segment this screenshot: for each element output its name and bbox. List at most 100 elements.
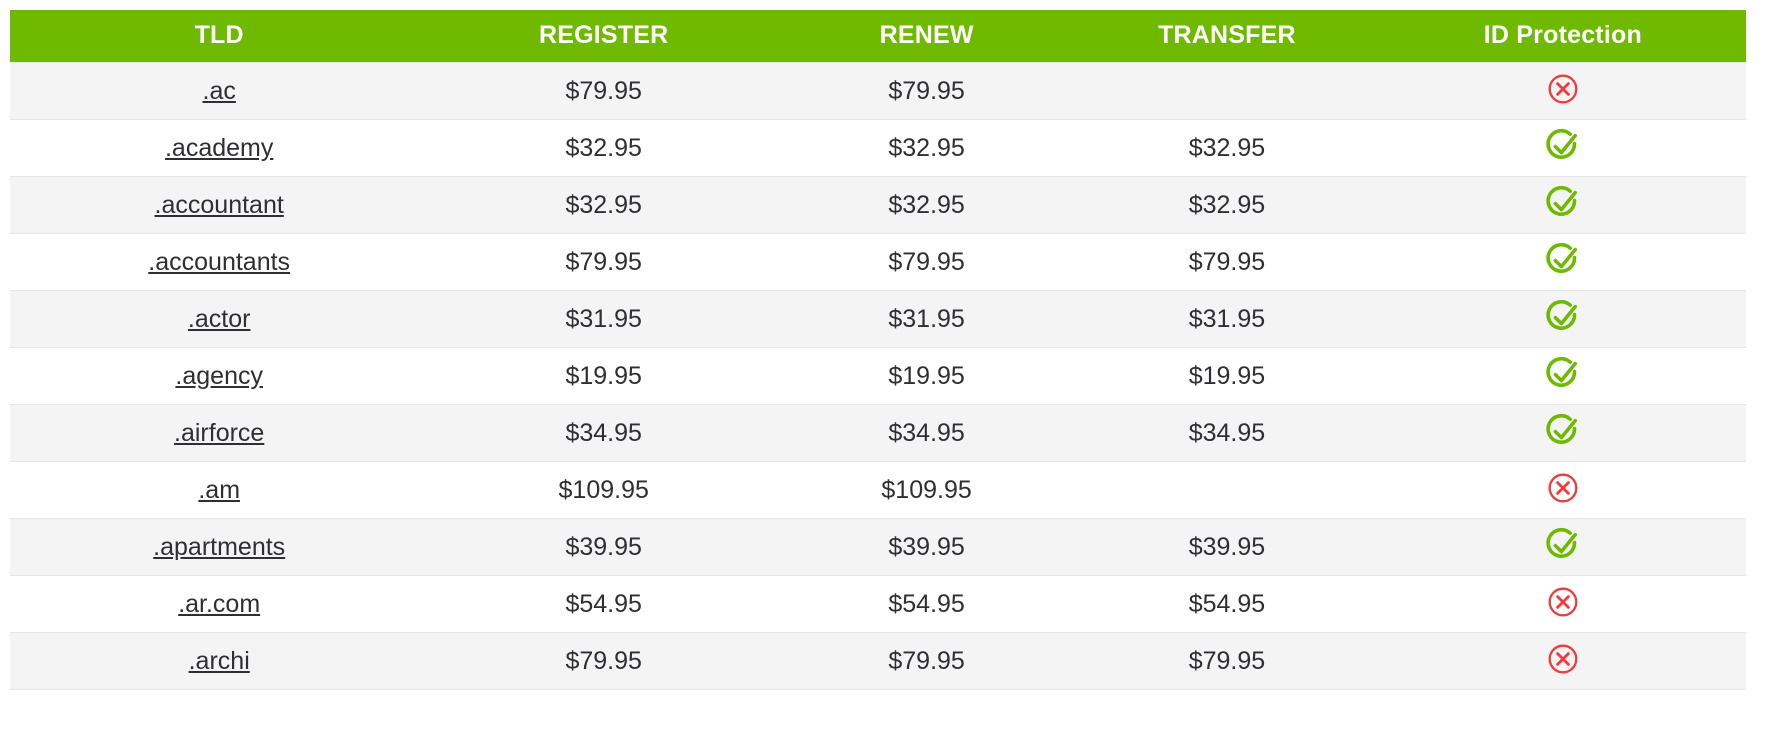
cell-transfer: $39.95 xyxy=(1074,518,1380,576)
tld-link[interactable]: .actor xyxy=(188,305,251,334)
column-header-tld[interactable]: TLD xyxy=(10,10,428,63)
tld-link[interactable]: .accountants xyxy=(148,248,290,277)
price-value: $32.95 xyxy=(888,133,965,162)
price-value: $79.95 xyxy=(565,646,642,675)
cell-renew: $79.95 xyxy=(779,233,1075,291)
table-body: .ac $79.95 $79.95 .academy $32.95 $32.95 $32.9… xyxy=(10,62,1746,690)
cell-renew: $34.95 xyxy=(779,404,1075,462)
x-circle-icon xyxy=(1539,464,1587,512)
price-value: $32.95 xyxy=(1188,190,1266,219)
cell-register: $32.95 xyxy=(428,119,780,177)
cell-renew: $54.95 xyxy=(779,575,1075,633)
tld-link[interactable]: .ac xyxy=(203,77,236,106)
cell-id-protection xyxy=(1379,632,1746,690)
table-row: .airforce $34.95 $34.95 $34.95 xyxy=(10,404,1746,462)
price-value: $79.95 xyxy=(1188,646,1266,675)
cell-transfer: $79.95 xyxy=(1074,233,1380,291)
cell-register: $79.95 xyxy=(428,632,780,690)
cell-renew: $32.95 xyxy=(779,119,1075,177)
check-circle-icon xyxy=(1539,236,1587,284)
price-value: $79.95 xyxy=(888,646,965,675)
price-value: $19.95 xyxy=(888,361,965,390)
cell-id-protection xyxy=(1379,347,1746,405)
tld-link[interactable]: .accountant xyxy=(155,191,284,220)
price-value: $109.95 xyxy=(881,475,972,504)
cell-id-protection xyxy=(1379,176,1746,234)
tld-link[interactable]: .apartments xyxy=(153,533,285,562)
price-value: $31.95 xyxy=(1188,304,1266,333)
cell-transfer: $31.95 xyxy=(1074,290,1380,348)
table-row: .am $109.95 $109.95 xyxy=(10,461,1746,519)
cell-tld: .agency xyxy=(10,347,429,405)
price-value: $54.95 xyxy=(1188,589,1266,618)
tld-link[interactable]: .am xyxy=(198,476,240,505)
price-value: $32.95 xyxy=(888,190,965,219)
tld-link[interactable]: .ar.com xyxy=(178,590,260,619)
column-header-renew[interactable]: RENEW xyxy=(779,10,1074,63)
column-header-transfer[interactable]: TRANSFER xyxy=(1074,10,1380,63)
cell-renew: $79.95 xyxy=(779,62,1075,120)
check-circle-icon xyxy=(1539,179,1587,227)
price-value: $31.95 xyxy=(565,304,642,333)
price-value: $79.95 xyxy=(1188,247,1266,276)
price-value: $79.95 xyxy=(888,247,965,276)
price-value: $39.95 xyxy=(1188,532,1266,561)
cell-tld: .ac xyxy=(10,62,429,120)
cell-register: $32.95 xyxy=(428,176,780,234)
cell-id-protection xyxy=(1379,518,1746,576)
cell-transfer xyxy=(1074,461,1380,519)
cell-register: $34.95 xyxy=(428,404,780,462)
cell-tld: .am xyxy=(10,461,429,519)
cell-id-protection xyxy=(1379,575,1746,633)
price-value: $79.95 xyxy=(565,247,642,276)
cell-register: $109.95 xyxy=(428,461,780,519)
tld-link[interactable]: .agency xyxy=(175,362,263,391)
cell-renew: $79.95 xyxy=(779,632,1075,690)
tld-link[interactable]: .academy xyxy=(165,134,273,163)
price-value: $54.95 xyxy=(565,589,642,618)
cell-id-protection xyxy=(1379,404,1746,462)
price-value: $19.95 xyxy=(1188,361,1266,390)
cell-transfer: $34.95 xyxy=(1074,404,1380,462)
price-value: $54.95 xyxy=(888,589,965,618)
cell-id-protection xyxy=(1379,119,1746,177)
x-circle-icon xyxy=(1539,635,1587,683)
cell-tld: .accountant xyxy=(10,176,429,234)
cell-renew: $19.95 xyxy=(779,347,1075,405)
check-circle-icon xyxy=(1539,350,1587,398)
column-header-id-protection[interactable]: ID Protection xyxy=(1380,10,1746,63)
cell-transfer: $32.95 xyxy=(1074,119,1380,177)
cell-transfer: $79.95 xyxy=(1074,632,1380,690)
x-circle-icon xyxy=(1539,65,1587,113)
column-header-register[interactable]: REGISTER xyxy=(428,10,779,63)
x-circle-icon xyxy=(1539,578,1587,626)
price-value: $34.95 xyxy=(1188,418,1266,447)
cell-register: $39.95 xyxy=(428,518,780,576)
table-row: .accountant $32.95 $32.95 $32.95 xyxy=(10,176,1746,234)
table-row: .archi $79.95 $79.95 $79.95 xyxy=(10,632,1746,690)
table-row: .academy $32.95 $32.95 $32.95 xyxy=(10,119,1746,177)
table-row: .actor $31.95 $31.95 $31.95 xyxy=(10,290,1746,348)
cell-id-protection xyxy=(1379,461,1746,519)
tld-pricing-table: TLD REGISTER RENEW TRANSFER ID Protectio… xyxy=(10,10,1746,690)
price-value: $109.95 xyxy=(558,475,649,504)
cell-tld: .archi xyxy=(10,632,429,690)
tld-link[interactable]: .airforce xyxy=(174,419,264,448)
price-value: $32.95 xyxy=(565,133,642,162)
cell-transfer: $32.95 xyxy=(1074,176,1380,234)
price-value: $32.95 xyxy=(565,190,642,219)
cell-id-protection xyxy=(1379,233,1746,291)
cell-register: $31.95 xyxy=(428,290,780,348)
price-value: $39.95 xyxy=(888,532,965,561)
cell-register: $54.95 xyxy=(428,575,780,633)
price-value: $34.95 xyxy=(565,418,642,447)
cell-register: $79.95 xyxy=(428,62,780,120)
cell-id-protection xyxy=(1379,290,1746,348)
cell-register: $79.95 xyxy=(428,233,780,291)
tld-link[interactable]: .archi xyxy=(189,647,250,676)
table-row: .agency $19.95 $19.95 $19.95 xyxy=(10,347,1746,405)
table-header-row: TLD REGISTER RENEW TRANSFER ID Protectio… xyxy=(10,10,1746,63)
table-header: TLD REGISTER RENEW TRANSFER ID Protectio… xyxy=(10,10,1746,63)
price-value: $19.95 xyxy=(565,361,642,390)
cell-id-protection xyxy=(1379,62,1746,120)
